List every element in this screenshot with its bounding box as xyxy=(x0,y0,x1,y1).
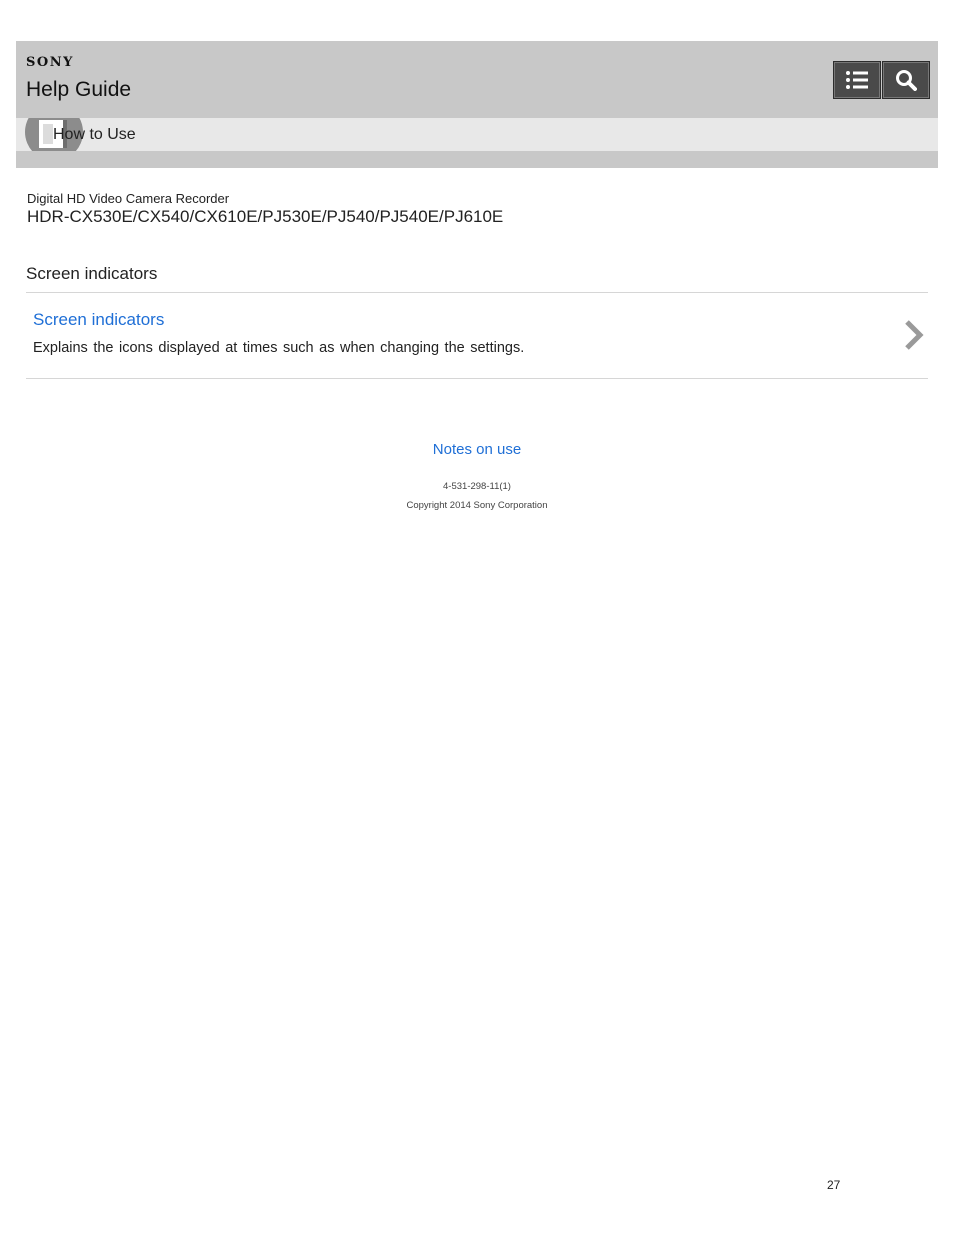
divider xyxy=(26,378,928,379)
topic-description: Explains the icons displayed at times su… xyxy=(33,340,525,356)
page-number: 27 xyxy=(827,1178,841,1192)
model-names: HDR-CX530E/CX540/CX610E/PJ530E/PJ540/PJ5… xyxy=(27,207,504,226)
header-buttons xyxy=(833,61,930,99)
category-bar: How to Use xyxy=(16,118,938,151)
section-heading: Screen indicators xyxy=(26,264,158,283)
notes-on-use-link[interactable]: Notes on use xyxy=(0,441,954,458)
product-type: Digital HD Video Camera Recorder xyxy=(27,191,230,206)
copyright: Copyright 2014 Sony Corporation xyxy=(406,500,548,511)
divider xyxy=(26,292,928,293)
sony-logo: SONY xyxy=(26,55,74,70)
list-icon xyxy=(846,71,868,89)
header: SONY Help Guide How to Use xyxy=(16,41,938,168)
search-button[interactable] xyxy=(882,61,930,99)
page-title: Help Guide xyxy=(26,78,132,101)
chevron-right-icon[interactable] xyxy=(902,319,926,351)
category-label[interactable]: How to Use xyxy=(53,126,136,144)
search-icon xyxy=(896,70,917,91)
topic-link-screen-indicators[interactable]: Screen indicators xyxy=(33,310,164,330)
contents-button[interactable] xyxy=(833,61,881,99)
document-number: 4-531-298-11(1) xyxy=(443,481,511,492)
